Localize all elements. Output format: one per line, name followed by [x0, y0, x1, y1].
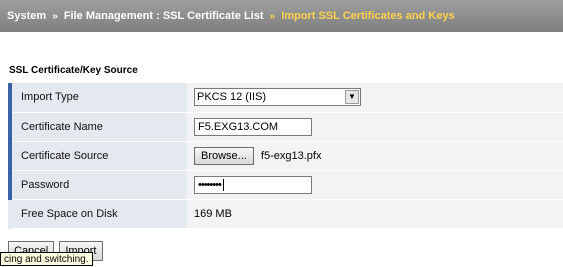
section-title: SSL Certificate/Key Source — [9, 65, 138, 76]
certificate-name-cell: F5.EXG13.COM — [187, 112, 563, 142]
certificate-source-label: Certificate Source — [8, 141, 187, 171]
breadcrumb-item-system[interactable]: System — [7, 10, 46, 22]
breadcrumb-separator: » — [269, 11, 276, 22]
selected-file-name: f5-exg13.pfx — [260, 149, 322, 162]
import-type-value: PKCS 12 (IIS) — [197, 91, 267, 104]
free-space-value: 169 MB — [187, 199, 563, 229]
password-mask: •••••••• — [198, 178, 222, 191]
text-caret — [222, 178, 224, 191]
certificate-name-input[interactable]: F5.EXG13.COM — [194, 117, 312, 136]
breadcrumb-separator: » — [52, 11, 58, 22]
free-space-label: Free Space on Disk — [8, 199, 187, 229]
import-type-cell: PKCS 12 (IIS) ▼ — [187, 83, 563, 113]
browse-button[interactable]: Browse... — [194, 146, 254, 165]
row-certificate-source: Certificate Source Browse... f5-exg13.pf… — [8, 141, 563, 171]
breadcrumb-item-file-management[interactable]: File Management : SSL Certificate List — [64, 10, 264, 22]
tooltip: cing and switching. — [0, 252, 93, 266]
password-label: Password — [8, 170, 187, 200]
row-certificate-name: Certificate Name F5.EXG13.COM — [8, 112, 563, 142]
certificate-source-cell: Browse... f5-exg13.pfx — [187, 141, 563, 171]
row-password: Password •••••••• — [8, 170, 563, 200]
row-import-type: Import Type PKCS 12 (IIS) ▼ — [8, 83, 563, 113]
import-type-wrap: PKCS 12 (IIS) ▼ — [194, 88, 361, 107]
breadcrumb: System » File Management : SSL Certifica… — [0, 0, 563, 32]
breadcrumb-item-current: Import SSL Certificates and Keys — [281, 10, 455, 22]
certificate-name-wrap: F5.EXG13.COM — [194, 117, 312, 136]
import-type-select[interactable]: PKCS 12 (IIS) ▼ — [194, 88, 361, 107]
row-free-space: Free Space on Disk 169 MB — [8, 199, 563, 229]
password-input[interactable]: •••••••• — [194, 175, 312, 194]
dropdown-arrow-icon[interactable]: ▼ — [345, 90, 359, 105]
properties-table: Import Type PKCS 12 (IIS) ▼ Certificate … — [8, 83, 563, 229]
password-cell: •••••••• — [187, 170, 563, 200]
import-type-label: Import Type — [8, 83, 187, 113]
browse-wrap: Browse... — [194, 146, 254, 165]
certificate-name-label: Certificate Name — [8, 112, 187, 142]
